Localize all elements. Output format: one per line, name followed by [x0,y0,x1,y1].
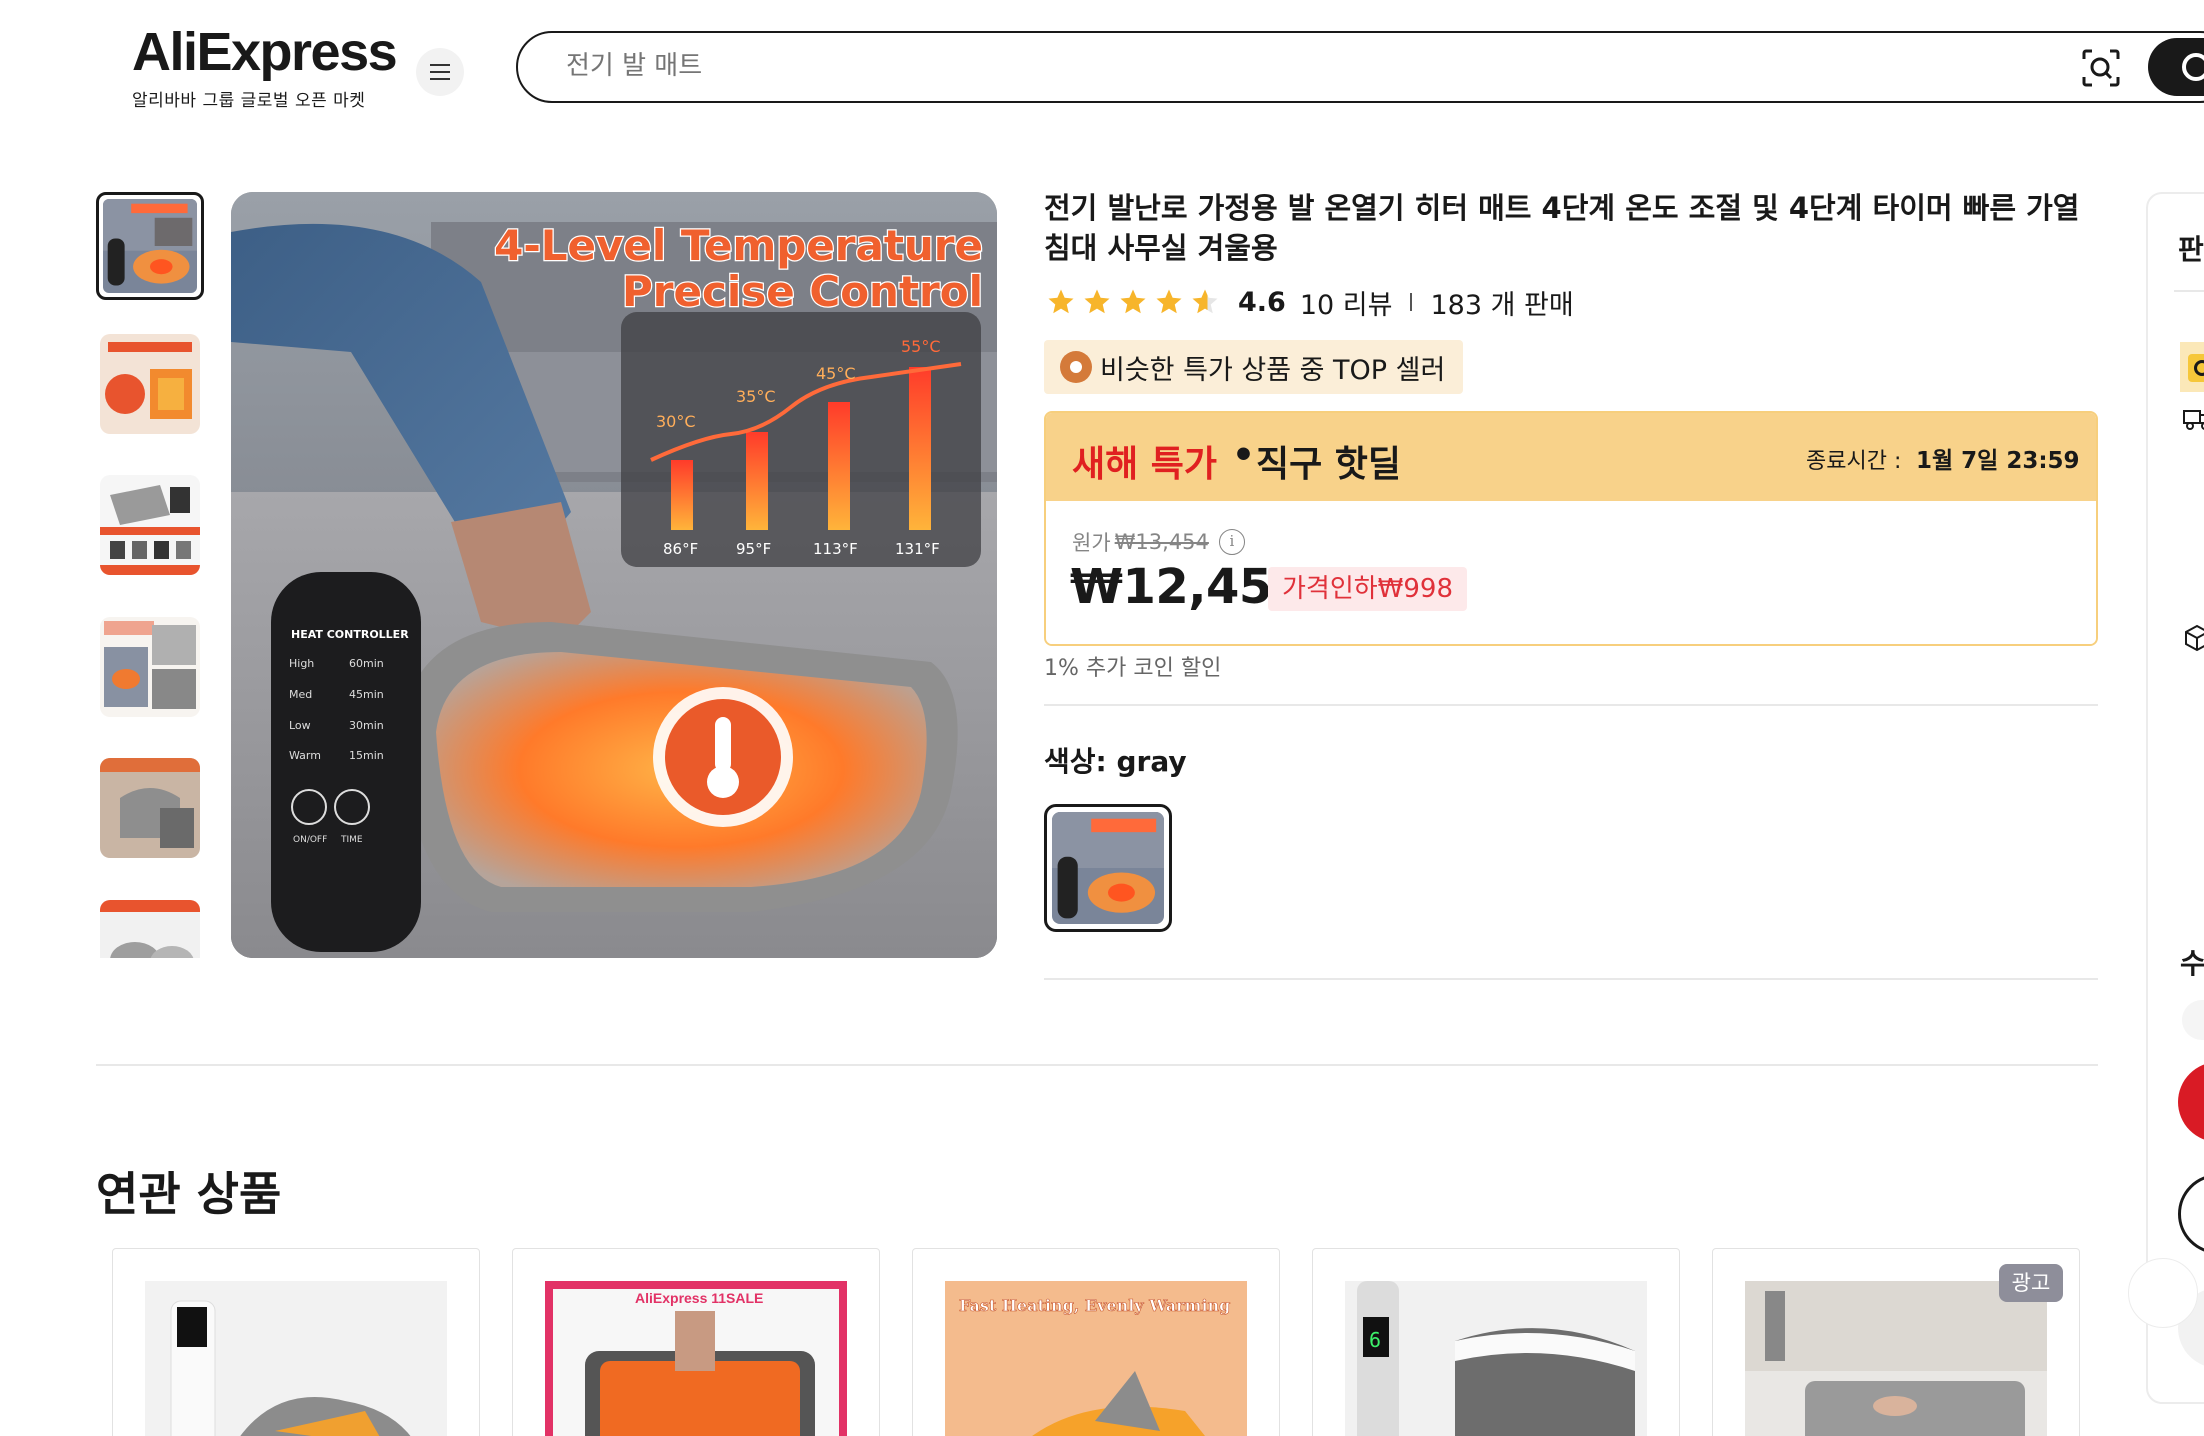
thumbnail-list [96,192,208,958]
carousel-next-button[interactable] [2128,1258,2198,1328]
search-bar [516,31,2204,103]
top-seller-text: 비슷한 특가 상품 중 TOP 셀러 [1100,354,1446,386]
related-product-card[interactable]: Fast Heating, Evenly Warming [912,1248,1280,1436]
svg-text:30°C: 30°C [656,412,696,431]
rating-row: 4.6 10 리뷰 183 개 판매 [1046,283,1574,322]
star-half-icon [1192,289,1218,314]
svg-text:Warm: Warm [289,749,321,762]
coupon-icon[interactable] [2180,342,2204,392]
deal-dot: • [1232,435,1256,476]
aliexpress-logo[interactable]: AliExpress 알리바바 그룹 글로벌 오픈 마켓 [132,20,398,111]
add-to-cart-button[interactable] [2178,1174,2204,1254]
svg-text:AliExpress 11SALE: AliExpress 11SALE [635,1290,763,1306]
menu-icon[interactable] [416,48,464,96]
image-headline-1: 4-Level Temperature [494,221,983,270]
related-product-card[interactable]: 6 [1312,1248,1680,1436]
divider [1044,978,2098,980]
divider [2174,290,2204,292]
quantity-label: 수 [2180,947,2204,980]
image-search-icon[interactable] [2080,47,2122,89]
site-header: AliExpress 알리바바 그룹 글로벌 오픈 마켓 [0,0,2204,130]
thumbnail-2[interactable] [100,334,200,434]
star-icon [1048,289,1074,314]
star-rating[interactable] [1046,287,1220,317]
package-icon [2185,624,2204,652]
svg-text:113°F: 113°F [813,540,858,558]
svg-text:131°F: 131°F [895,540,940,558]
coin-discount: 1% 추가 코인 할인 [1044,656,1222,681]
product-title: 전기 발난로 가정용 발 온열기 히터 매트 4단계 온도 조절 및 4단계 타… [1044,191,2080,265]
quantity-stepper[interactable] [2182,1000,2204,1040]
svg-text:ON/OFF: ON/OFF [293,835,327,845]
svg-text:45min: 45min [349,688,384,701]
sold-count: 183 개 판매 [1430,289,1574,321]
related-title: 연관 상품 [96,1167,282,1221]
star-icon [1084,289,1110,314]
divider [1410,293,1413,311]
thumbnail-5[interactable] [100,758,200,858]
price-section: 원가 ₩13,454 i ₩12,456 가격인하₩998 [1046,501,2096,644]
thumbnail-6[interactable] [100,900,200,958]
side-panel-title: 판 [2178,233,2204,266]
buy-now-button[interactable] [2178,1062,2204,1142]
star-icon [1120,289,1146,314]
svg-text:30min: 30min [349,719,384,732]
deal-end-label: 종료시간 : [1806,449,1902,474]
related-product-card[interactable] [112,1248,480,1436]
discount-badge: 가격인하₩998 [1268,567,1468,611]
search-input[interactable] [566,51,1966,81]
search-icon [2182,53,2204,81]
review-count-link[interactable]: 10 리뷰 [1300,283,1393,322]
tag-icon [1060,351,1092,383]
top-seller-badge: 비슷한 특가 상품 중 TOP 셀러 [1044,340,1464,394]
thumbnail-4[interactable] [100,617,200,717]
info-icon[interactable]: i [1218,529,1245,555]
thumbnail-1[interactable] [96,192,204,300]
deal-label: 직구 핫딜 [1256,444,1402,485]
svg-text:55°C: 55°C [901,337,941,356]
main-product-image[interactable]: HEAT CONTROLLER High Med Low Warm 60min … [231,192,997,958]
original-price-row: 원가 ₩13,454 i [1072,527,1245,557]
thumbnail-3[interactable] [100,475,200,575]
rating-value: 4.6 [1238,286,1286,318]
svg-text:6: 6 [1369,1328,1381,1352]
svg-text:15min: 15min [349,749,384,762]
purchase-side-panel: 판 수 [2146,192,2204,1404]
original-price: ₩13,454 [1114,530,1209,554]
color-label: 색상: gray [1044,745,1187,778]
ad-badge: 광고 [1999,1264,2063,1302]
svg-text:Fast Heating, Evenly Warming: Fast Heating, Evenly Warming [959,1296,1230,1315]
deal-box: 새해 특가 • 직구 핫딜 종료시간 : 1월 7일 23:59 원가 ₩13,… [1044,411,2098,646]
svg-text:Med: Med [289,688,312,701]
logo-wordmark: AliExpress [132,22,398,82]
divider [1044,704,2098,706]
search-button[interactable] [2148,38,2204,96]
svg-text:High: High [289,657,314,670]
svg-text:TIME: TIME [340,835,363,845]
controller-title: HEAT CONTROLLER [291,628,409,641]
original-price-label: 원가 [1072,531,1111,555]
image-headline-2: Precise Control [622,267,983,316]
svg-text:45°C: 45°C [816,364,856,383]
deal-label-red: 새해 특가 [1072,444,1218,485]
section-divider [96,1064,2098,1066]
logo-tagline: 알리바바 그룹 글로벌 오픈 마켓 [132,91,366,111]
deal-end-time: 1월 7일 23:59 [1916,448,2080,474]
color-option-gray[interactable] [1044,804,1172,932]
svg-text:86°F: 86°F [663,540,698,558]
svg-text:60min: 60min [349,657,384,670]
truck-icon [2183,410,2204,430]
related-product-card[interactable]: AliExpress 11SALE [512,1248,880,1436]
star-icon [1156,289,1182,314]
svg-text:35°C: 35°C [736,387,776,406]
deal-header: 새해 특가 • 직구 핫딜 종료시간 : 1월 7일 23:59 [1046,413,2096,501]
svg-text:Low: Low [289,719,311,732]
svg-text:95°F: 95°F [736,540,771,558]
